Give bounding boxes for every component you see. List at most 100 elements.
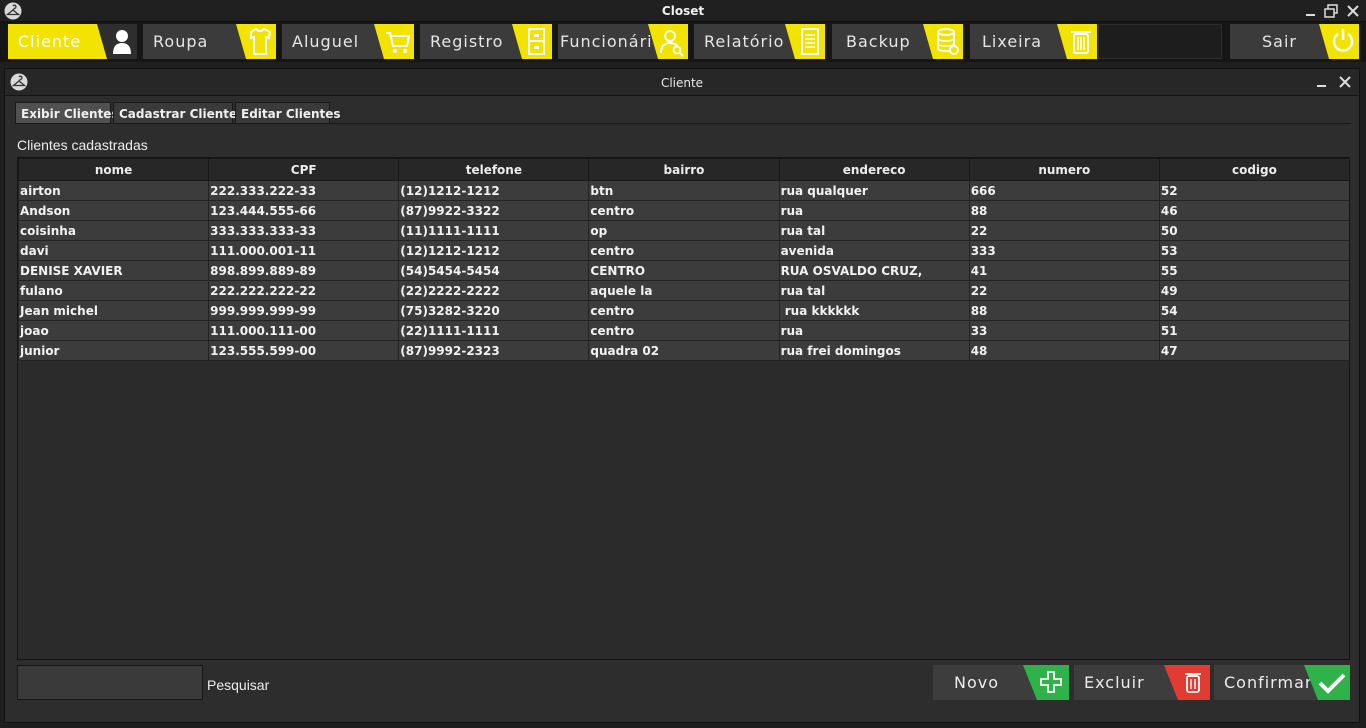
menu-sair-button[interactable]: Sair — [1230, 24, 1359, 59]
table-cell: centro — [588, 200, 780, 221]
window-title: Closet — [661, 4, 705, 18]
search-input[interactable] — [17, 665, 203, 700]
menu-funcionario-button[interactable]: Funcionário — [558, 24, 688, 59]
minimize-icon[interactable] — [1302, 2, 1320, 20]
restore-icon[interactable] — [1322, 2, 1340, 20]
menu-relatorio-button[interactable]: Relatório — [694, 24, 825, 59]
table-cell: 123.444.555-66 — [208, 200, 400, 221]
table-row[interactable]: coisinha 333.333.333-33 (11)1111-1111 op rua… — [18, 220, 1349, 241]
table-cell: 46 — [1158, 200, 1349, 221]
table-cell: airton — [18, 180, 210, 201]
table-cell: avenida — [778, 240, 970, 261]
table-row[interactable]: Andson 123.444.555-66 (87)9922-3322 centro r… — [18, 200, 1349, 221]
table-row[interactable]: davi 111.000.001-11 (12)1212-1212 centro ave… — [18, 240, 1349, 261]
table-cell: 22 — [968, 280, 1160, 301]
tab-editar-clientes[interactable]: Editar Clientes — [235, 102, 341, 124]
table-cell: (12)1212-1212 — [398, 240, 590, 261]
table-cell: davi — [18, 240, 210, 261]
column-header[interactable]: bairro — [588, 158, 780, 181]
table-cell: centro — [588, 300, 780, 321]
menu-label: Relatório — [704, 32, 785, 51]
table-cell: 49 — [1158, 280, 1349, 301]
table-cell: (12)1212-1212 — [398, 180, 590, 201]
table-cell: aquele la — [588, 280, 780, 301]
column-header[interactable]: telefone — [398, 158, 590, 181]
cliente-internal-frame: Cliente Exibir Clientes Cadastrar Client… — [4, 68, 1360, 723]
table-cell: (87)9992-2323 — [398, 340, 590, 361]
table-row[interactable]: junior 123.555.599-00 (87)9992-2323 quadra … — [18, 340, 1349, 361]
frame-titlebar: Cliente — [5, 69, 1359, 96]
cabinet-icon — [512, 24, 552, 59]
column-header[interactable]: endereco — [778, 158, 970, 181]
table-cell: coisinha — [18, 220, 210, 241]
column-header[interactable]: CPF — [208, 158, 400, 181]
menu-spacer — [1098, 24, 1222, 59]
shirt-icon — [236, 24, 276, 59]
table-cell: rua tal — [778, 220, 970, 241]
search-label: Pesquisar — [207, 677, 270, 693]
table-cell: Jean michel — [18, 300, 210, 321]
table-row[interactable]: joao 111.000.111-00 (22)1111-1111 centro rua… — [18, 320, 1349, 341]
clients-table: nome CPF telefone bairro endereco numero codig… — [18, 158, 1349, 361]
table-cell: 222.222.222-22 — [208, 280, 400, 301]
menu-cliente-button[interactable]: Cliente — [8, 24, 137, 59]
menu-label: Registro — [430, 32, 504, 51]
menu-roupa-button[interactable]: Roupa — [143, 24, 276, 59]
window-titlebar: Closet — [0, 0, 1366, 22]
table-cell: (22)1111-1111 — [398, 320, 590, 341]
plus-icon — [1023, 665, 1069, 700]
confirmar-button[interactable]: Confirmar — [1214, 665, 1350, 700]
menu-lixeira-button[interactable]: Lixeira — [970, 24, 1097, 59]
menu-label: Cliente — [18, 32, 82, 51]
table-cell: RUA OSVALDO CRUZ, — [778, 260, 970, 281]
clients-table-container[interactable]: nome CPF telefone bairro endereco numero codig… — [17, 157, 1350, 660]
table-cell: 111.000.001-11 — [208, 240, 400, 261]
menu-aluguel-button[interactable]: Aluguel — [282, 24, 414, 59]
table-cell: fulano — [18, 280, 210, 301]
checkmark-icon — [1304, 665, 1350, 700]
menu-label: Lixeira — [982, 32, 1043, 51]
table-row[interactable]: fulano 222.222.222-22 (22)2222-2222 aquele … — [18, 280, 1349, 301]
table-cell: DENISE XAVIER — [18, 260, 210, 281]
table-row[interactable]: airton 222.333.222-33 (12)1212-1212 btn rua … — [18, 180, 1349, 201]
menu-label: Sair — [1262, 32, 1297, 51]
power-icon — [1319, 24, 1359, 59]
excluir-button[interactable]: Excluir — [1074, 665, 1210, 700]
table-cell: centro — [588, 240, 780, 261]
tab-cadastrar-clientes[interactable]: Cadastrar Clientes — [113, 102, 244, 124]
table-cell: 333 — [968, 240, 1160, 261]
column-header[interactable]: nome — [18, 158, 210, 181]
table-cell: 51 — [1158, 320, 1349, 341]
user-icon — [97, 24, 137, 59]
table-cell: rua tal — [778, 280, 970, 301]
trash-icon — [1057, 24, 1097, 59]
table-cell: btn — [588, 180, 780, 201]
table-cell: centro — [588, 320, 780, 341]
column-header[interactable]: codigo — [1158, 158, 1349, 181]
column-header[interactable]: numero — [968, 158, 1160, 181]
table-cell: 48 — [968, 340, 1160, 361]
close-icon[interactable] — [1344, 2, 1362, 20]
table-cell: (22)2222-2222 — [398, 280, 590, 301]
table-cell: joao — [18, 320, 210, 341]
table-row[interactable]: Jean michel 999.999.999-99 (75)3282-3220 ce… — [18, 300, 1349, 321]
table-cell: junior — [18, 340, 210, 361]
menu-registro-button[interactable]: Registro — [420, 24, 552, 59]
table-cell: 54 — [1158, 300, 1349, 321]
table-cell: rua frei domingos — [778, 340, 970, 361]
table-cell: 55 — [1158, 260, 1349, 281]
excluir-label: Excluir — [1084, 673, 1145, 692]
table-cell: 88 — [968, 300, 1160, 321]
close-icon[interactable] — [1336, 73, 1354, 91]
table-cell: 88 — [968, 200, 1160, 221]
table-row[interactable]: DENISE XAVIER 898.899.889-89 (54)5454-5454… — [18, 260, 1349, 281]
tab-exibir-clientes[interactable]: Exibir Clientes — [15, 102, 119, 124]
novo-label: Novo — [954, 673, 1000, 692]
novo-button[interactable]: Novo — [933, 665, 1069, 700]
minimize-icon[interactable] — [1313, 73, 1331, 91]
table-cell: 47 — [1158, 340, 1349, 361]
menu-backup-button[interactable]: Backup — [832, 24, 963, 59]
table-cell: rua kkkkkk — [778, 300, 970, 321]
employee-icon — [648, 24, 688, 59]
table-cell: 33 — [968, 320, 1160, 341]
